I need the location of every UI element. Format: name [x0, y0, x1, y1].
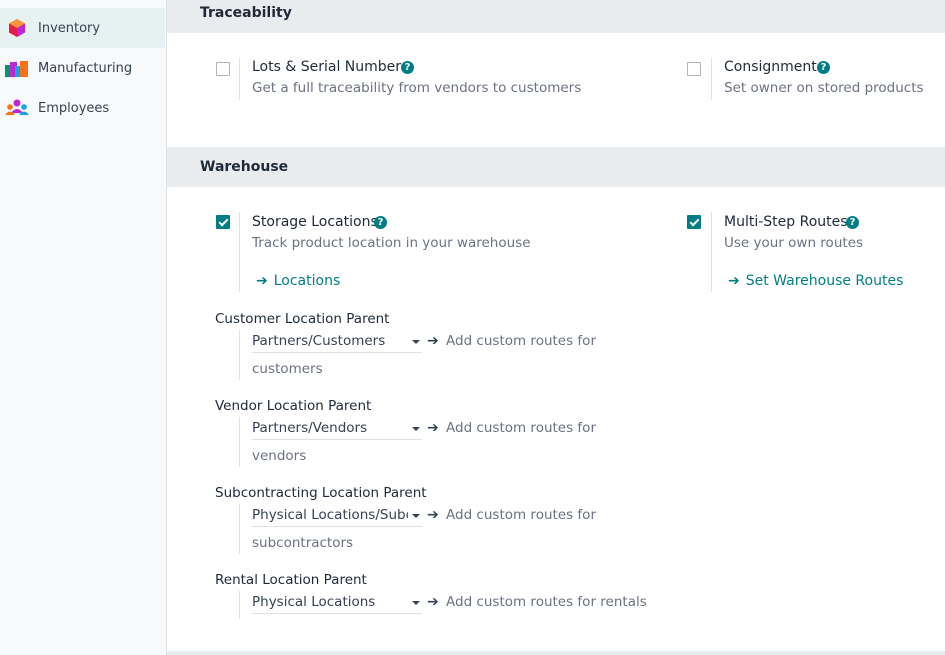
set-warehouse-routes-link[interactable]: ➔ Set Warehouse Routes — [728, 273, 903, 289]
setting-title: Multi-Step Routes — [724, 214, 848, 230]
custom-routes-link[interactable]: customers — [252, 361, 323, 377]
employees-icon — [5, 96, 29, 120]
divider — [239, 58, 240, 100]
divider — [711, 212, 712, 292]
rental-location-select[interactable]: Physical Locations — [252, 593, 422, 614]
consignment-checkbox[interactable] — [687, 62, 701, 76]
multi-step-routes-checkbox[interactable] — [687, 215, 701, 229]
settings-main: Traceability Lots & Serial Numbers ? Get… — [167, 0, 945, 655]
arrow-right-icon: ➔ — [427, 420, 439, 436]
help-icon[interactable]: ? — [401, 61, 414, 74]
sidebar-item-inventory[interactable]: Inventory — [0, 8, 165, 48]
select-value: Partners/Vendors — [252, 420, 368, 436]
sidebar-item-manufacturing[interactable]: Manufacturing — [0, 48, 165, 88]
section-title: Traceability — [200, 5, 292, 21]
sidebar: Inventory Manufacturing Employees — [0, 0, 167, 655]
setting-description: Get a full traceability from vendors to … — [252, 80, 582, 96]
storage-locations-checkbox[interactable] — [216, 215, 230, 229]
field-label-vendor-location-parent: Vendor Location Parent — [215, 398, 372, 414]
arrow-right-icon: ➔ — [256, 273, 268, 289]
manufacturing-icon — [5, 56, 29, 80]
custom-routes-link[interactable]: Add custom routes for — [446, 507, 596, 523]
help-icon[interactable]: ? — [817, 61, 830, 74]
setting-title: Lots & Serial Numbers — [252, 59, 409, 75]
select-value: Physical Locations/Subcontracting — [252, 507, 408, 523]
arrow-right-icon: ➔ — [427, 507, 439, 523]
arrow-right-icon: ➔ — [728, 273, 740, 289]
caret-down-icon — [412, 514, 420, 518]
caret-down-icon — [412, 601, 420, 605]
link-label: Set Warehouse Routes — [745, 273, 904, 289]
custom-routes-link[interactable]: vendors — [252, 448, 306, 464]
custom-routes-link[interactable]: Add custom routes for — [446, 333, 596, 349]
section-title: Warehouse — [200, 159, 289, 175]
custom-routes-link[interactable]: Add custom routes for — [446, 420, 596, 436]
help-icon[interactable]: ? — [846, 216, 859, 229]
link-label: Locations — [273, 273, 341, 289]
divider — [239, 504, 240, 554]
arrow-right-icon: ➔ — [427, 333, 439, 349]
vendor-location-select[interactable]: Partners/Vendors — [252, 419, 422, 440]
section-header-traceability: Traceability — [167, 0, 945, 33]
custom-routes-link[interactable]: subcontractors — [252, 535, 353, 551]
divider — [239, 330, 240, 380]
help-icon[interactable]: ? — [374, 216, 387, 229]
caret-down-icon — [412, 340, 420, 344]
divider — [239, 591, 240, 619]
sidebar-item-label: Employees — [38, 100, 110, 116]
arrow-right-icon: ➔ — [427, 594, 439, 610]
customer-location-select[interactable]: Partners/Customers — [252, 332, 422, 353]
sidebar-item-label: Manufacturing — [38, 60, 133, 76]
lots-serial-checkbox[interactable] — [216, 62, 230, 76]
section-header-warehouse: Warehouse — [167, 147, 945, 187]
sidebar-item-employees[interactable]: Employees — [0, 88, 165, 128]
field-label-rental-location-parent: Rental Location Parent — [215, 572, 367, 588]
setting-description: Use your own routes — [724, 235, 864, 251]
setting-description: Set owner on stored products — [724, 80, 924, 96]
select-value: Physical Locations — [252, 594, 376, 610]
setting-title: Consignment — [724, 59, 817, 75]
inventory-icon — [5, 16, 29, 40]
section-divider — [167, 651, 945, 655]
custom-routes-link[interactable]: Add custom routes for rentals — [446, 594, 647, 610]
divider — [711, 58, 712, 100]
locations-link[interactable]: ➔ Locations — [256, 273, 340, 289]
select-value: Partners/Customers — [252, 333, 386, 349]
field-label-customer-location-parent: Customer Location Parent — [215, 311, 390, 327]
setting-title: Storage Locations — [252, 214, 378, 230]
sidebar-item-label: Inventory — [38, 20, 101, 36]
setting-description: Track product location in your warehouse — [252, 235, 531, 251]
divider — [239, 417, 240, 467]
divider — [239, 212, 240, 292]
field-label-subcontracting-location-parent: Subcontracting Location Parent — [215, 485, 427, 501]
caret-down-icon — [412, 427, 420, 431]
subcontracting-location-select[interactable]: Physical Locations/Subcontracting — [252, 506, 422, 527]
